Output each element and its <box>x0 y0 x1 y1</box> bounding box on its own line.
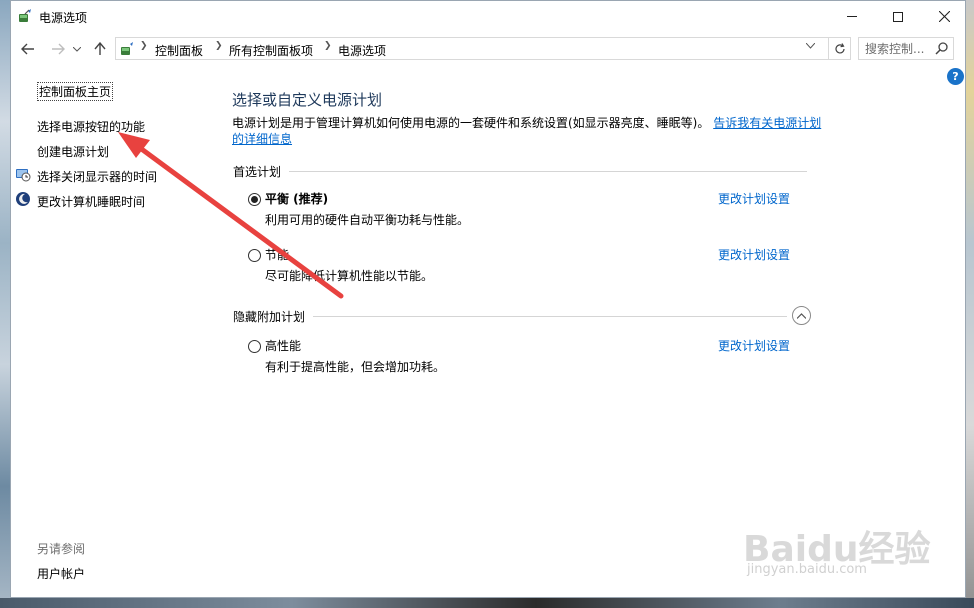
breadcrumb-all-items[interactable]: 所有控制面板项 <box>229 42 313 59</box>
plan-high-performance-name[interactable]: 高性能 <box>265 337 301 354</box>
title-bar: 电源选项 <box>11 1 965 32</box>
collapse-hidden-plans-button[interactable] <box>792 306 811 325</box>
refresh-button[interactable] <box>828 38 850 59</box>
navigation-bar: ❯ 控制面板 ❯ 所有控制面板项 ❯ 电源选项 <box>11 32 965 64</box>
see-also-heading: 另请参阅 <box>37 542 86 556</box>
section-divider <box>289 171 807 172</box>
plan-balanced-settings-link[interactable]: 更改计划设置 <box>718 190 790 207</box>
back-button[interactable] <box>19 40 37 58</box>
maximize-button[interactable] <box>875 1 921 32</box>
description-text: 电源计划是用于管理计算机如何使用电源的一套硬件和系统设置(如显示器亮度、睡眠等)… <box>232 116 710 130</box>
help-icon[interactable]: ? <box>947 68 964 85</box>
chevron-down-icon <box>73 46 81 52</box>
desktop-background-bottom <box>0 598 974 608</box>
address-bar[interactable]: ❯ 控制面板 ❯ 所有控制面板项 ❯ 电源选项 <box>115 37 851 60</box>
monitor-clock-icon <box>16 169 31 182</box>
page-description: 电源计划是用于管理计算机如何使用电源的一套硬件和系统设置(如显示器亮度、睡眠等)… <box>232 115 822 147</box>
sidebar-link-user-accounts[interactable]: 用户帐户 <box>37 565 85 582</box>
sidebar-link-create-plan[interactable]: 创建电源计划 <box>37 143 109 160</box>
breadcrumb-control-panel[interactable]: 控制面板 <box>155 42 203 59</box>
search-box[interactable] <box>858 37 954 60</box>
sleep-moon-icon <box>16 192 30 206</box>
hidden-plans-heading: 隐藏附加计划 <box>233 310 306 324</box>
close-icon <box>938 11 950 22</box>
sidebar-link-sleep-time[interactable]: 更改计算机睡眠时间 <box>37 193 145 210</box>
control-panel-icon <box>121 42 133 55</box>
back-arrow-icon <box>21 43 34 55</box>
recent-locations-button[interactable] <box>71 40 83 58</box>
plan-high-performance-radio[interactable] <box>248 340 261 353</box>
plan-power-saver-radio[interactable] <box>248 249 261 262</box>
search-icon <box>935 42 948 55</box>
maximize-icon <box>893 11 903 22</box>
breadcrumb-separator-icon: ❯ <box>215 41 223 51</box>
page-title: 选择或自定义电源计划 <box>232 91 383 109</box>
close-button[interactable] <box>921 1 967 32</box>
plan-power-saver-settings-link[interactable]: 更改计划设置 <box>718 246 790 263</box>
plan-high-performance-description: 有利于提高性能，但会增加功耗。 <box>265 360 446 374</box>
sidebar-link-display-off[interactable]: 选择关闭显示器的时间 <box>37 168 157 185</box>
plan-balanced-radio[interactable] <box>248 193 261 206</box>
up-button[interactable] <box>91 40 109 58</box>
plan-balanced-description: 利用可用的硬件自动平衡功耗与性能。 <box>265 213 470 227</box>
refresh-icon <box>834 42 845 53</box>
address-history-button[interactable] <box>805 42 816 52</box>
sidebar-link-power-button[interactable]: 选择电源按钮的功能 <box>37 118 145 135</box>
desktop-background-right <box>966 0 974 608</box>
desktop-background-left <box>0 0 10 608</box>
breadcrumb-separator-icon: ❯ <box>140 41 148 51</box>
chevron-down-icon <box>805 42 816 49</box>
up-arrow-icon <box>94 42 106 55</box>
window-title: 电源选项 <box>39 11 88 25</box>
search-input[interactable] <box>865 41 931 57</box>
plan-power-saver-description: 尽可能降低计算机性能以节能。 <box>265 269 434 283</box>
plan-balanced-name[interactable]: 平衡 (推荐) <box>265 190 328 207</box>
forward-arrow-icon <box>52 43 65 55</box>
forward-button[interactable] <box>49 40 67 58</box>
minimize-icon <box>847 16 857 17</box>
breadcrumb-separator-icon: ❯ <box>324 41 332 51</box>
minimize-button[interactable] <box>829 1 875 32</box>
plan-high-performance-settings-link[interactable]: 更改计划设置 <box>718 337 790 354</box>
breadcrumb-power-options[interactable]: 电源选项 <box>338 42 386 59</box>
sidebar-home-link[interactable]: 控制面板主页 <box>37 82 114 101</box>
power-options-icon <box>19 9 31 22</box>
preferred-plans-heading: 首选计划 <box>233 165 282 179</box>
section-divider <box>313 316 787 317</box>
plan-power-saver-name[interactable]: 节能 <box>265 246 289 263</box>
chevron-up-icon <box>797 312 806 319</box>
power-options-window: 电源选项 ❯ 控制面板 ❯ 所有控制面板项 ❯ 电源选项 搜索控制... ? 控… <box>10 0 966 598</box>
